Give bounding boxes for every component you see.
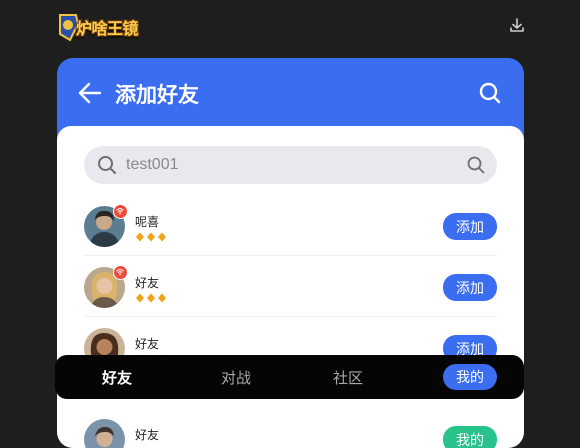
friend-name: 好友 xyxy=(135,337,160,351)
tab-mine[interactable]: 我的 xyxy=(443,364,497,390)
search-submit-icon[interactable] xyxy=(467,156,485,174)
tab-friends[interactable]: 好友 xyxy=(91,355,143,399)
online-badge-icon xyxy=(113,265,128,280)
friend-row: 呢喜 添加 xyxy=(84,196,497,256)
avatar[interactable] xyxy=(84,419,125,448)
logo-text: 炉啥王镜 xyxy=(76,19,139,38)
online-badge-icon xyxy=(113,204,128,219)
rank-diamonds-icon xyxy=(136,232,166,242)
search-icon xyxy=(98,156,116,174)
add-friend-button[interactable]: 添加 xyxy=(443,274,497,301)
app-logo: 炉啥王镜 xyxy=(56,10,148,44)
friend-row: 好友 我的 xyxy=(84,409,497,448)
bottom-nav: 好友 对战 社区 我的 xyxy=(55,355,524,399)
download-icon[interactable] xyxy=(508,17,526,35)
divider xyxy=(84,316,497,317)
search-bar[interactable] xyxy=(84,146,497,184)
tab-community[interactable]: 社区 xyxy=(322,355,374,399)
divider xyxy=(84,255,497,256)
back-arrow-icon[interactable] xyxy=(77,80,103,106)
search-icon[interactable] xyxy=(478,81,502,105)
my-profile-button[interactable]: 我的 xyxy=(443,426,497,448)
panel-content: 呢喜 添加 好友 xyxy=(57,126,524,448)
friend-name: 呢喜 xyxy=(135,215,160,229)
tab-battle[interactable]: 对战 xyxy=(210,355,262,399)
rank-diamonds-icon xyxy=(136,293,166,303)
search-input[interactable] xyxy=(126,146,446,184)
friend-name: 好友 xyxy=(135,276,160,290)
friend-row: 好友 添加 xyxy=(84,257,497,317)
panel-header: 添加好友 xyxy=(57,58,524,126)
add-friend-button[interactable]: 添加 xyxy=(443,213,497,240)
page-title: 添加好友 xyxy=(115,83,199,107)
